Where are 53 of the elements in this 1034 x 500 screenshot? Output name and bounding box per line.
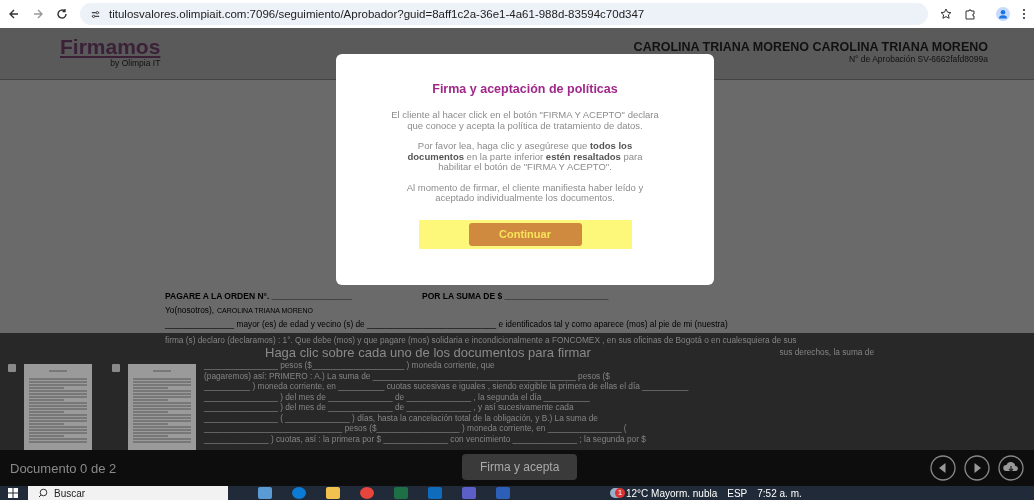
address-bar[interactable]: titulosvalores.olimpiait.com:7096/seguimiento/Aprobador?guid=8aff1c2a-36e1-4a61-988d-83594c70d347 (80, 3, 928, 25)
document-thumbnail[interactable] (24, 364, 92, 450)
sign-button[interactable]: Firma y acepta (462, 454, 578, 480)
extensions-icon[interactable] (964, 8, 976, 20)
forward-icon[interactable] (32, 8, 44, 20)
document-text: ______________ ) cuotas, así : la primera por $ ______________ con vencimiento ______________ ; la segunda por $ (204, 433, 647, 444)
document-text: _______________ mayor (es) de edad y vecino (s) de ____________________________ e identificados tal y como aparece (mos) al pie de mi (nuestra) (165, 319, 729, 329)
previous-button[interactable] (930, 455, 956, 481)
language-indicator[interactable]: ESP (727, 487, 748, 499)
menu-icon[interactable] (1022, 8, 1026, 20)
taskbar-app-icon[interactable] (258, 487, 272, 499)
document-checkbox[interactable] (8, 364, 16, 372)
taskbar-search[interactable]: Buscar (28, 486, 228, 500)
dialog-paragraph: El cliente al hacer click en el botón "FIRMA Y ACEPTO" declara que conoce y acepta la política de tratamiento de datos. (391, 110, 659, 131)
document-text: ________________ ) del mes de ______________ de ______________ , y así sucesivamente cada (204, 402, 575, 413)
back-icon[interactable] (8, 8, 20, 20)
user-name: CAROLINA TRIANA MORENO CAROLINA TRIANA MORENO (633, 40, 988, 54)
document-text: firma (s) declaro (declaramos) : 1°. Que debe (mos) y que pagare (mos) solidaria e incondicionalmente a FONCOMEX , en sus oficinas de Bogotá o en cualesquiera de sus (165, 335, 798, 345)
taskbar-app-icon[interactable] (360, 487, 374, 499)
windows-icon[interactable] (8, 488, 18, 498)
document-text: (pagaremos) así: PRIMERO : A.) La suma de ____________________________________________ pesos ($ (204, 370, 611, 381)
logo-subtitle: by Olimpia IT (110, 58, 161, 68)
site-info-icon[interactable] (90, 8, 101, 20)
document-counter: Documento 0 de 2 (10, 460, 118, 476)
document-text: __________ ) moneda corriente, en __________ cuotas sucesivas e iguales , siendo exigible la primera de ellas el día __________ (204, 381, 689, 392)
reload-icon[interactable] (56, 8, 68, 20)
profile-icon[interactable] (996, 7, 1010, 21)
clock[interactable]: 7:52 a. m. (757, 487, 802, 499)
document-text: Yo(nosotros), (165, 305, 215, 315)
url-text: titulosvalores.olimpiait.com:7096/seguimiento/Aprobador?guid=8aff1c2a-36e1-4a61-988d-83594c70d347 (109, 8, 645, 20)
cloud-download-button[interactable] (998, 455, 1024, 481)
taskbar-app-icon[interactable] (292, 487, 306, 499)
dialog-title: Firma y aceptación de políticas (432, 82, 618, 96)
star-icon[interactable] (940, 8, 952, 20)
notification-badge: 1 (615, 487, 625, 498)
document-text: sus derechos, la suma de (779, 346, 874, 359)
taskbar-app-icon[interactable] (326, 487, 340, 499)
weather-text[interactable]: 12°C Mayorm. nubla (626, 487, 718, 499)
document-text: ______________________________ pesos ($__________________ ) moneda corriente, en ________________ ( (204, 423, 628, 434)
document-checkbox[interactable] (112, 364, 120, 372)
document-text: ________________ pesos ($____________________ ) moneda corriente, que (204, 360, 496, 371)
document-heading: PAGARE A LA ORDEN N°. _________________ (165, 291, 353, 301)
dialog-paragraph: Por favor lea, haga clic y asegúrese que todos los documentos en la parte inferior estén resaltados para habilitar el botón de "FIRMA Y ACEPTO". (406, 141, 644, 173)
document-heading: POR LA SUMA DE $ ______________________ (422, 291, 609, 301)
dialog-paragraph: Al momento de firmar, el cliente manifiesta haber leído y aceptado individualmente los documentos. (405, 182, 645, 204)
approval-number: N° de Aprobación SV-6662fafd8099a (848, 54, 988, 64)
search-icon (38, 488, 48, 498)
document-text: ________________ ( ______________ ) días, hasta la cancelación total de la obligación, y B.) La suma de (204, 412, 599, 423)
logo-text: Firmamos (60, 36, 161, 58)
document-thumbnail[interactable] (128, 364, 196, 450)
next-button[interactable] (964, 455, 990, 481)
instruction-text: Haga clic sobre cada uno de los documentos para firmar (265, 345, 591, 360)
document-text: ________________ ) del mes de ______________ de ______________ , la segunda el día __________ (204, 391, 591, 402)
